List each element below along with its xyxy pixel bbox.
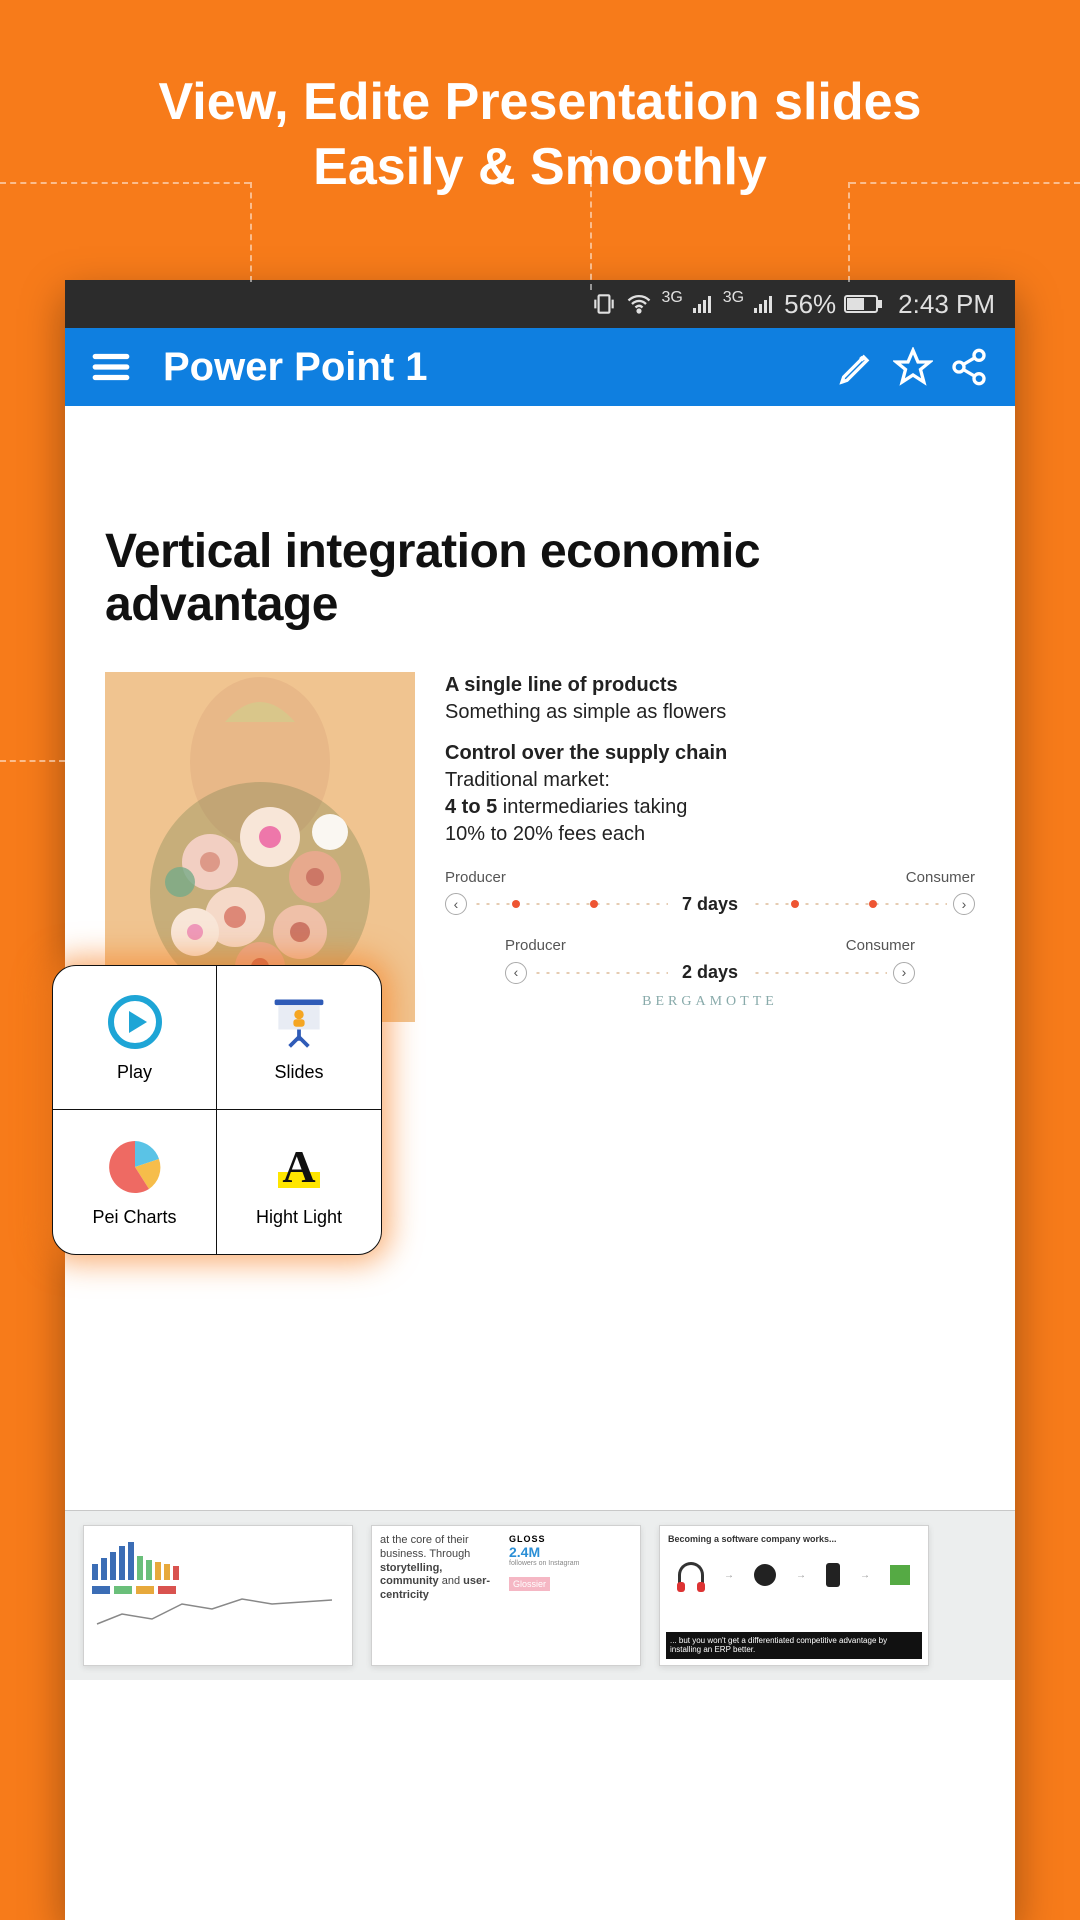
slide-heading-1: A single line of products — [445, 672, 975, 699]
presentation-icon — [269, 992, 329, 1052]
timeline-track — [473, 903, 668, 905]
headphones-icon — [678, 1562, 704, 1588]
box-icon — [890, 1565, 910, 1585]
tool-play-button[interactable]: Play — [53, 966, 217, 1110]
chevron-left-icon: ‹ — [505, 962, 527, 984]
status-bar: 3G 3G 56% 2:43 PM — [65, 280, 1015, 328]
slide-para-4: 10% to 20% fees each — [445, 821, 975, 848]
battery-icon — [844, 293, 884, 315]
slide-thumbnail[interactable]: Becoming a software company works... → →… — [659, 1525, 929, 1666]
pie-chart-icon — [105, 1137, 165, 1197]
thumb-text: and — [442, 1575, 460, 1587]
slide-text-column: A single line of products Something as s… — [445, 672, 975, 1022]
tools-popup: Play Slides Pei Charts A Hight Light — [52, 965, 382, 1255]
timeline-track — [752, 972, 887, 974]
menu-button[interactable] — [83, 346, 139, 388]
net-3g-label-1: 3G — [661, 289, 682, 307]
favorite-button[interactable] — [885, 347, 941, 387]
document-title: Power Point 1 — [163, 345, 829, 390]
wifi-icon — [625, 290, 653, 318]
slide-para-2: Traditional market: — [445, 767, 975, 794]
app-bar: Power Point 1 — [65, 328, 1015, 406]
chevron-right-icon: › — [953, 893, 975, 915]
timeline-center: 7 days — [674, 892, 746, 916]
chevron-left-icon: ‹ — [445, 893, 467, 915]
star-icon — [893, 347, 933, 387]
tool-slides-button[interactable]: Slides — [217, 966, 381, 1110]
tool-highlight-button[interactable]: A Hight Light — [217, 1110, 381, 1254]
slide-viewport[interactable]: Vertical integration economic advantage — [65, 406, 1015, 1062]
headline-line-1: View, Edite Presentation slides — [159, 73, 922, 131]
pencil-icon — [837, 347, 877, 387]
thumbnail-chart-icon — [92, 1540, 344, 1580]
headline-line-2: Easily & Smoothly — [313, 138, 767, 196]
menu-icon — [90, 346, 132, 388]
thumb-badge: Glossier — [509, 1577, 550, 1591]
signal-icon — [691, 292, 715, 316]
timeline-track — [533, 972, 668, 974]
thumb-text: 2.4M — [509, 1544, 632, 1560]
edit-button[interactable] — [829, 347, 885, 387]
battery-percent: 56% — [784, 289, 836, 320]
thumb-text: followers on Instagram — [509, 1560, 632, 1567]
thumb-title: Becoming a software company works... — [668, 1534, 920, 1544]
play-icon — [105, 992, 165, 1052]
brand-label: BERGAMOTTE — [505, 993, 915, 1012]
timeline-right-label: Consumer — [846, 936, 915, 956]
highlight-icon: A — [269, 1137, 329, 1197]
share-icon — [949, 347, 989, 387]
slide-heading-2: Control over the supply chain — [445, 740, 975, 767]
tool-label: Hight Light — [256, 1207, 342, 1228]
net-3g-label-2: 3G — [723, 289, 744, 307]
tool-label: Pei Charts — [92, 1207, 176, 1228]
clock-time: 2:43 PM — [898, 289, 995, 320]
tool-piecharts-button[interactable]: Pei Charts — [53, 1110, 217, 1254]
slide-thumbnail[interactable] — [83, 1525, 353, 1666]
thumb-caption: ... but you won't get a differentiated c… — [666, 1632, 922, 1659]
chevron-right-icon: › — [893, 962, 915, 984]
tool-label: Slides — [274, 1062, 323, 1083]
phone-icon — [826, 1563, 840, 1587]
timeline-center: 2 days — [674, 960, 746, 984]
marketing-headline: View, Edite Presentation slides Easily &… — [0, 0, 1080, 230]
tool-label: Play — [117, 1062, 152, 1083]
thumbnail-line-icon — [92, 1594, 344, 1634]
vibrate-icon — [591, 291, 617, 317]
thumb-text: storytelling, community — [380, 1562, 442, 1588]
timeline-right-label: Consumer — [906, 868, 975, 888]
timeline-2days: Producer Consumer ‹ 2 days › BERGAMOTTE — [505, 936, 915, 1011]
timeline-left-label: Producer — [445, 868, 506, 888]
share-button[interactable] — [941, 347, 997, 387]
decor-dash — [0, 760, 65, 762]
slide-thumbnails-strip[interactable]: at the core of their business. Through s… — [65, 1510, 1015, 1680]
slide-title: Vertical integration economic advantage — [105, 526, 975, 632]
timeline-track — [752, 903, 947, 905]
timeline-left-label: Producer — [505, 936, 566, 956]
slide-para-1: Something as simple as flowers — [445, 699, 975, 726]
slide-para-3: 4 to 5 intermediaries taking — [445, 794, 975, 821]
slide-thumbnail[interactable]: at the core of their business. Through s… — [371, 1525, 641, 1666]
timeline-7days: Producer Consumer ‹ 7 days › — [445, 868, 975, 917]
thumb-text: at the core of their business. Through — [380, 1534, 470, 1560]
disc-icon — [754, 1564, 776, 1586]
thumb-text: GLOSS — [509, 1534, 632, 1544]
signal-icon — [752, 292, 776, 316]
